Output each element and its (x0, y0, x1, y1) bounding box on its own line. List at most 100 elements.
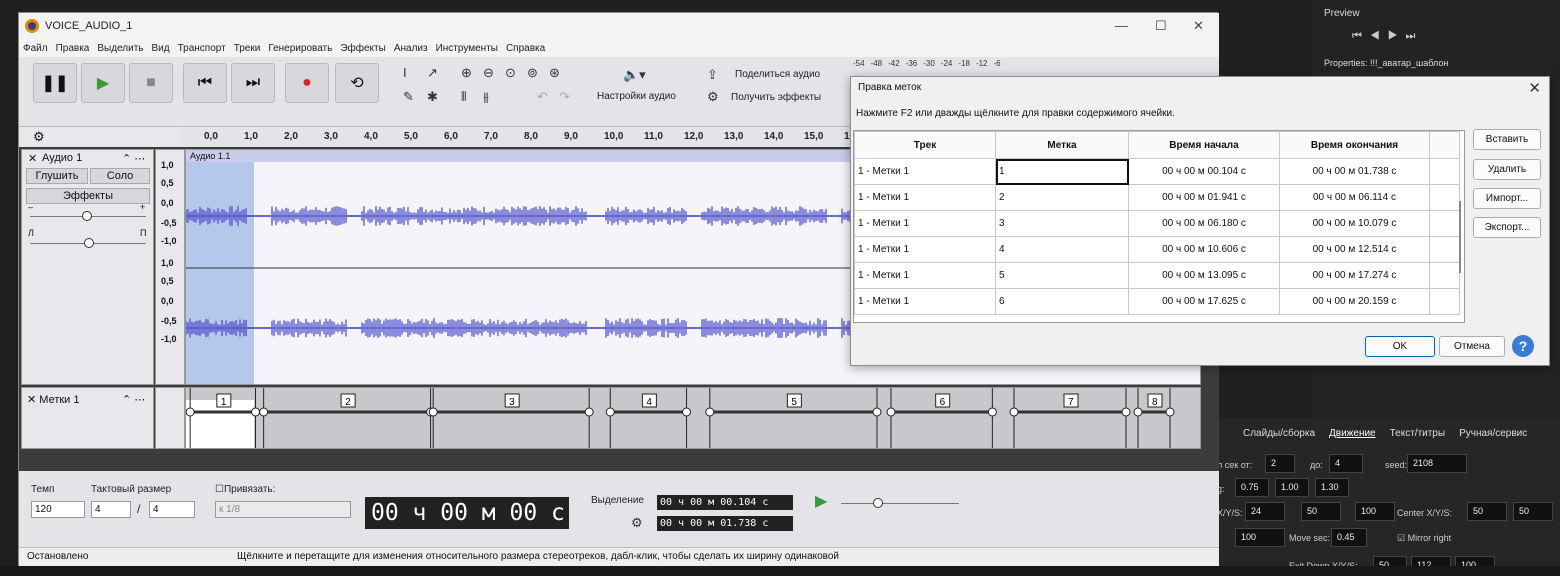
label-handle[interactable] (705, 407, 715, 417)
label-track-name[interactable]: Метки 1 (39, 394, 79, 406)
menu-effects[interactable]: Эффекты (340, 43, 385, 54)
label-handle[interactable] (584, 407, 594, 417)
column-header-start[interactable]: Время начала (1128, 131, 1280, 159)
label-region[interactable]: 2 (259, 388, 436, 449)
label-region[interactable]: 4 (605, 388, 692, 449)
label-region[interactable]: 8 (1133, 388, 1175, 449)
tab-slides[interactable]: Слайды/сборка (1243, 428, 1315, 439)
cell-end[interactable]: 00 ч 00 м 10.079 с (1279, 210, 1430, 237)
label-handle[interactable] (1165, 407, 1175, 417)
menu-tools[interactable]: Инструменты (436, 43, 498, 54)
cell-label[interactable]: 3 (995, 210, 1129, 237)
zoom-fit-selection-icon[interactable]: ⊙ (505, 65, 516, 81)
to-field[interactable]: 4 (1329, 454, 1363, 473)
dialog-close-icon[interactable]: ✕ (1528, 79, 1541, 97)
column-header-label[interactable]: Метка (995, 131, 1129, 159)
center-field-2[interactable]: 50 (1513, 502, 1553, 521)
seed-field[interactable]: 2108 (1407, 454, 1467, 473)
tab-motion[interactable]: Движение (1329, 428, 1376, 439)
center-field-1[interactable]: 50 (1467, 502, 1507, 521)
pause-button[interactable]: ❚❚ (33, 63, 77, 103)
g-field-1[interactable]: 0.75 (1235, 478, 1269, 497)
audio-settings-button[interactable]: Настройки аудио (597, 91, 676, 102)
selection-tool-icon[interactable]: I (403, 65, 407, 80)
cell-start[interactable]: 00 ч 00 м 06.180 с (1128, 210, 1280, 237)
cell-start[interactable]: 00 ч 00 м 01.941 с (1128, 184, 1280, 211)
label-track-close-icon[interactable]: ✕ (27, 394, 39, 406)
multi-tool-icon[interactable]: ✱ (427, 89, 438, 105)
mute-button[interactable]: Глушить (26, 168, 88, 184)
cell-end[interactable]: 00 ч 00 м 01.738 с (1279, 158, 1430, 185)
label-handle[interactable] (987, 407, 997, 417)
cell-end[interactable]: 00 ч 00 м 12.514 с (1279, 236, 1430, 263)
delete-button[interactable]: Удалить (1473, 159, 1541, 180)
selection-settings-gear-icon[interactable]: ⚙ (631, 515, 643, 531)
import-button[interactable]: Импорт... (1473, 188, 1541, 209)
label-track[interactable]: 1 2 3 4 5 6 7 8 (185, 387, 1201, 449)
zoom-out-icon[interactable]: ⊖ (483, 65, 494, 81)
cell-track[interactable]: 1 - Метки 1 (854, 262, 996, 289)
cell-label[interactable]: 4 (995, 236, 1129, 263)
cell-end[interactable]: 00 ч 00 м 20.159 с (1279, 288, 1430, 315)
cell-track[interactable]: 1 - Метки 1 (854, 236, 996, 263)
xy-field-2[interactable]: 50 (1301, 502, 1341, 521)
menu-generate[interactable]: Генерировать (268, 43, 332, 54)
cancel-button[interactable]: Отмена (1439, 336, 1505, 357)
label-handle[interactable] (886, 407, 896, 417)
table-row[interactable]: 1 - Метки 1 2 00 ч 00 м 01.941 с 00 ч 00 м … (854, 184, 1460, 211)
mirror-checkbox[interactable]: ☑ Mirror right (1397, 533, 1451, 544)
timesig-numerator[interactable]: 4 (91, 501, 131, 518)
g-field-3[interactable]: 1.30 (1315, 478, 1349, 497)
cell-track[interactable]: 1 - Метки 1 (854, 158, 996, 185)
label-region[interactable]: 1 (186, 388, 261, 449)
timesig-denominator[interactable]: 4 (149, 501, 195, 518)
snap-select[interactable]: к 1/8 (215, 501, 351, 518)
minimize-button[interactable]: — (1115, 18, 1128, 33)
menu-file[interactable]: Файл (23, 43, 48, 54)
play-speed-slider[interactable] (841, 503, 959, 504)
menu-select[interactable]: Выделить (97, 43, 143, 54)
insert-button[interactable]: Вставить (1473, 129, 1541, 150)
stop-button[interactable]: ■ (129, 63, 173, 103)
table-row[interactable]: 1 - Метки 1 1 00 ч 00 м 00.104 с 00 ч 00 м … (854, 158, 1460, 185)
column-header-track[interactable]: Трек (854, 131, 996, 159)
label-region[interactable]: 3 (428, 388, 594, 449)
track-close-icon[interactable]: ✕ (28, 152, 37, 165)
cell-start[interactable]: 00 ч 00 м 00.104 с (1128, 158, 1280, 185)
label-handle[interactable] (682, 407, 692, 417)
track-menu-icon[interactable]: ⌃ ⋯ (122, 152, 145, 165)
menu-view[interactable]: Вид (152, 43, 170, 54)
trim-icon[interactable]: ⫴ (461, 89, 466, 105)
zoom-in-icon[interactable]: ⊕ (461, 65, 472, 81)
zoom-toggle-icon[interactable]: ⊛ (549, 65, 560, 81)
cell-start[interactable]: 00 ч 00 м 13.095 с (1128, 262, 1280, 289)
cell-track[interactable]: 1 - Метки 1 (854, 210, 996, 237)
cell-label[interactable]: 1 (995, 158, 1129, 185)
vertical-scale[interactable]: 1,0 0,5 0,0 -0,5 -1,0 1,0 0,5 0,0 -0,5 -1,0 (155, 149, 185, 385)
solo-button[interactable]: Соло (90, 168, 150, 184)
zoom-fit-project-icon[interactable]: ⊚ (527, 65, 538, 81)
cell-track[interactable]: 1 - Метки 1 (854, 288, 996, 315)
menu-tracks[interactable]: Треки (234, 43, 261, 54)
label-track-menu-icon[interactable]: ⌃ ⋯ (122, 393, 145, 406)
xy-field-1[interactable]: 24 (1245, 502, 1285, 521)
cell-start[interactable]: 00 ч 00 м 10.606 с (1128, 236, 1280, 263)
ok-button[interactable]: OK (1365, 336, 1435, 357)
table-row[interactable]: 1 - Метки 1 3 00 ч 00 м 06.180 с 00 ч 00 м … (854, 210, 1460, 237)
table-row[interactable]: 1 - Метки 1 6 00 ч 00 м 17.625 с 00 ч 00 м … (854, 288, 1460, 315)
timeline-settings-gear-icon[interactable]: ⚙ (33, 129, 45, 145)
meter-ticks[interactable]: -54 -48 -42 -36 -30 -24 -18 -12 -6 (853, 59, 1001, 68)
preview-transport-controls[interactable]: ⏮◀▶⏭ (1352, 30, 1423, 43)
pan-slider-thumb[interactable] (84, 238, 94, 248)
table-row[interactable]: 1 - Метки 1 5 00 ч 00 м 13.095 с 00 ч 00 м … (854, 262, 1460, 289)
skip-end-button[interactable]: ⏭ (231, 63, 275, 103)
effects-button[interactable]: Эффекты (26, 188, 150, 204)
table-row[interactable]: 1 - Метки 1 4 00 ч 00 м 10.606 с 00 ч 00 м … (854, 236, 1460, 263)
menu-transport[interactable]: Транспорт (178, 43, 226, 54)
cell-start[interactable]: 00 ч 00 м 17.625 с (1128, 288, 1280, 315)
maximize-button[interactable]: ☐ (1155, 18, 1167, 34)
label-handle[interactable] (1121, 407, 1131, 417)
tab-text[interactable]: Текст/титры (1390, 428, 1445, 439)
cell-track[interactable]: 1 - Метки 1 (854, 184, 996, 211)
cell-end[interactable]: 00 ч 00 м 17.274 с (1279, 262, 1430, 289)
